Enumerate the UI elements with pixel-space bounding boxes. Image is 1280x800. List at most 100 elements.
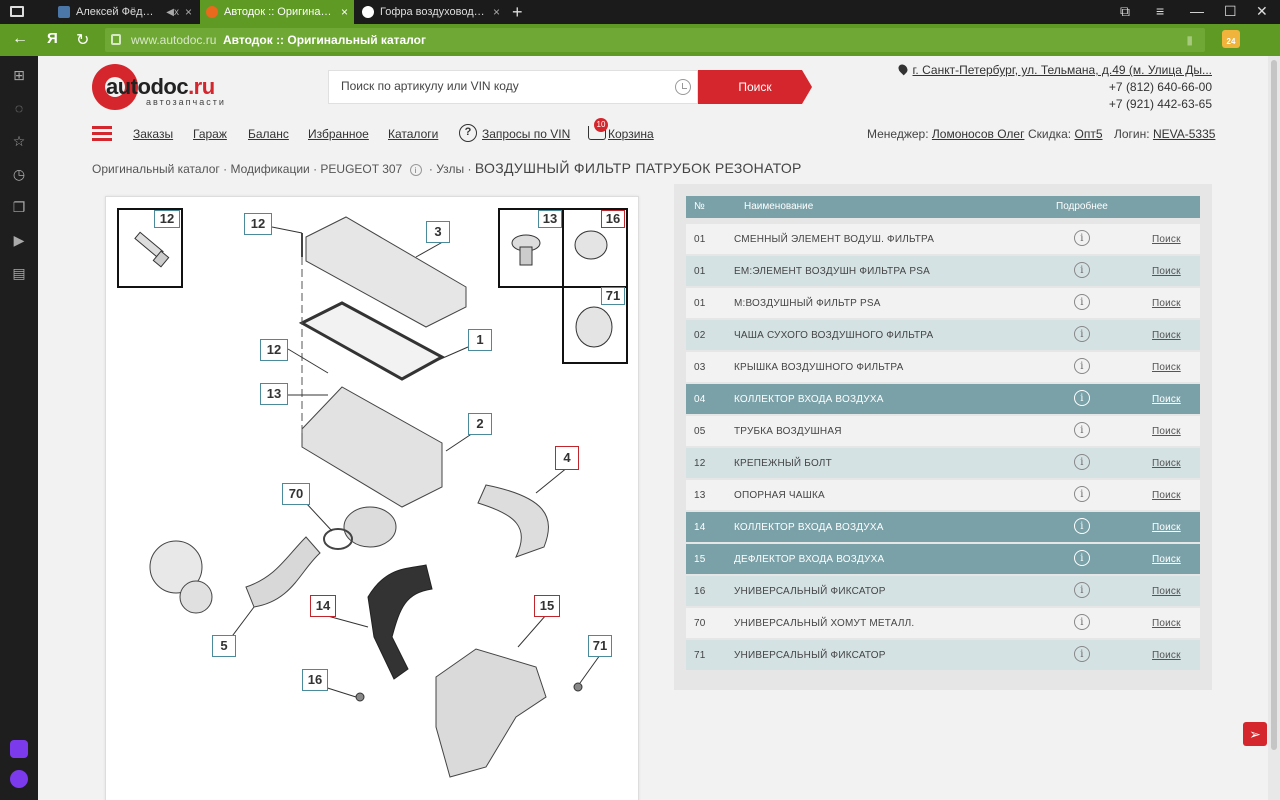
history-icon[interactable] <box>675 79 691 95</box>
callout-inset-71[interactable]: 71 <box>601 287 625 305</box>
phone-2[interactable]: +7 (921) 442-63-65 <box>899 96 1212 113</box>
part-name[interactable]: ДЕФЛЕКТОР ВХОДА ВОЗДУХА <box>734 554 884 565</box>
table-row[interactable]: 03 КРЫШКА ВОЗДУШНОГО ФИЛЬТРА i Поиск <box>686 352 1200 382</box>
part-name[interactable]: КРЕПЕЖНЫЙ БОЛТ <box>734 458 832 469</box>
nav-cart[interactable]: Корзина <box>608 127 654 141</box>
close-tab-icon[interactable]: × <box>185 5 192 19</box>
reload-icon[interactable]: ↻ <box>76 30 89 50</box>
vin-question-icon[interactable]: ? <box>459 124 477 142</box>
part-name[interactable]: ОПОРНАЯ ЧАШКА <box>734 490 825 501</box>
callout-70[interactable]: 70 <box>282 483 310 505</box>
feedback-send-icon[interactable]: ➢ <box>1243 722 1267 746</box>
part-name[interactable]: УНИВЕРСАЛЬНЫЙ ФИКСАТОР <box>734 650 886 661</box>
callout-71[interactable]: 71 <box>588 635 612 657</box>
search-link[interactable]: Поиск <box>1152 362 1181 373</box>
bookmark-icon[interactable]: ▮ <box>1186 33 1193 47</box>
search-link[interactable]: Поиск <box>1152 330 1181 341</box>
hamburger-menu-icon[interactable] <box>92 126 112 142</box>
tab-google[interactable]: Гофра воздуховода для Р × <box>356 0 506 24</box>
search-link[interactable]: Поиск <box>1152 234 1181 245</box>
table-row[interactable]: 13 ОПОРНАЯ ЧАШКА i Поиск <box>686 480 1200 510</box>
discount-link[interactable]: Опт5 <box>1075 127 1103 141</box>
phone-1[interactable]: +7 (812) 640-66-00 <box>899 79 1212 96</box>
extension-24-icon[interactable]: 24 <box>1222 30 1240 48</box>
minimize-icon[interactable]: — <box>1190 3 1204 19</box>
table-row[interactable]: 14 КОЛЛЕКТОР ВХОДА ВОЗДУХА i Поиск <box>686 512 1200 542</box>
search-input[interactable] <box>341 79 661 93</box>
callout-5[interactable]: 5 <box>212 635 236 657</box>
search-link[interactable]: Поиск <box>1152 458 1181 469</box>
grid-icon[interactable]: ⊞ <box>10 66 28 84</box>
page-scrollbar[interactable] <box>1268 56 1280 800</box>
part-name[interactable]: ТРУБКА ВОЗДУШНАЯ <box>734 426 842 437</box>
info-icon[interactable]: i <box>1074 326 1090 342</box>
search-link[interactable]: Поиск <box>1152 618 1181 629</box>
nav-balance[interactable]: Баланс <box>248 127 289 141</box>
tabs-icon[interactable]: ⧉ <box>1120 3 1130 20</box>
search-link[interactable]: Поиск <box>1152 522 1181 533</box>
info-icon[interactable]: i <box>1074 582 1090 598</box>
table-row[interactable]: 01 ЕМ:ЭЛЕМЕНТ ВОЗДУШН ФИЛЬТРА PSA i Поиск <box>686 256 1200 286</box>
info-icon[interactable]: i <box>1074 614 1090 630</box>
info-icon[interactable]: i <box>1074 230 1090 246</box>
deflector-15[interactable] <box>435 648 547 778</box>
alice-app-icon[interactable] <box>10 740 28 758</box>
nav-garage[interactable]: Гараж <box>193 127 227 141</box>
callout-2[interactable]: 2 <box>468 413 492 435</box>
part-name[interactable]: УНИВЕРСАЛЬНЫЙ ХОМУТ МЕТАЛЛ. <box>734 618 914 629</box>
back-icon[interactable]: ← <box>12 30 28 48</box>
table-row[interactable]: 70 УНИВЕРСАЛЬНЫЙ ХОМУТ МЕТАЛЛ. i Поиск <box>686 608 1200 638</box>
table-row[interactable]: 02 ЧАША СУХОГО ВОЗДУШНОГО ФИЛЬТРА i Поиск <box>686 320 1200 350</box>
callout-14[interactable]: 14 <box>310 595 336 617</box>
nav-favorites[interactable]: Избранное <box>308 127 369 141</box>
table-row[interactable]: 12 КРЕПЕЖНЫЙ БОЛТ i Поиск <box>686 448 1200 478</box>
info-icon[interactable]: i <box>1074 486 1090 502</box>
part-name[interactable]: КРЫШКА ВОЗДУШНОГО ФИЛЬТРА <box>734 362 903 373</box>
search-link[interactable]: Поиск <box>1152 490 1181 501</box>
part-name[interactable]: ЧАША СУХОГО ВОЗДУШНОГО ФИЛЬТРА <box>734 330 933 341</box>
info-icon[interactable]: i <box>409 164 422 176</box>
part-name[interactable]: М:ВОЗДУШНЫЙ ФИЛЬТР PSA <box>734 298 881 309</box>
search-link[interactable]: Поиск <box>1152 554 1181 565</box>
file-icon[interactable]: ▤ <box>10 264 28 282</box>
filter-housing[interactable] <box>301 386 443 508</box>
table-row[interactable]: 16 УНИВЕРСАЛЬНЫЙ ФИКСАТОР i Поиск <box>686 576 1200 606</box>
menu-icon[interactable]: ≡ <box>1156 3 1164 19</box>
part-name[interactable]: СМЕННЫЙ ЭЛЕМЕНТ ВОДУШ. ФИЛЬТРА <box>734 234 934 245</box>
callout-13[interactable]: 13 <box>260 383 288 405</box>
callout-12[interactable]: 12 <box>244 213 272 235</box>
search-button[interactable]: Поиск <box>698 70 812 104</box>
search-link[interactable]: Поиск <box>1152 426 1181 437</box>
clock-icon[interactable]: ◷ <box>10 165 28 183</box>
callout-12b[interactable]: 12 <box>260 339 288 361</box>
manager-link[interactable]: Ломоносов Олег <box>932 127 1025 141</box>
bell-icon[interactable]: ◌ <box>10 99 28 117</box>
search-link[interactable]: Поиск <box>1152 394 1181 405</box>
callout-15[interactable]: 15 <box>534 595 560 617</box>
info-icon[interactable]: i <box>1074 454 1090 470</box>
table-row[interactable]: 05 ТРУБКА ВОЗДУШНАЯ i Поиск <box>686 416 1200 446</box>
callout-inset-12[interactable]: 12 <box>154 210 180 228</box>
callout-16[interactable]: 16 <box>302 669 328 691</box>
mute-icon[interactable]: ◀x <box>166 7 179 18</box>
part-name[interactable]: КОЛЛЕКТОР ВХОДА ВОЗДУХА <box>734 394 884 405</box>
tab-vk[interactable]: Алексей Фёдоров ◀x × <box>52 0 198 24</box>
play-icon[interactable]: ▶ <box>10 231 28 249</box>
scroll-thumb[interactable] <box>1271 60 1277 750</box>
nav-orders[interactable]: Заказы <box>133 127 173 141</box>
callout-4[interactable]: 4 <box>555 446 579 470</box>
search-link[interactable]: Поиск <box>1152 586 1181 597</box>
part-name[interactable]: УНИВЕРСАЛЬНЫЙ ФИКСАТОР <box>734 586 886 597</box>
breadcrumb-units[interactable]: · Узлы · <box>429 162 472 176</box>
info-icon[interactable]: i <box>1074 550 1090 566</box>
url-field[interactable]: www.autodoc.ru Автодок :: Оригинальный к… <box>105 28 1205 52</box>
close-window-icon[interactable]: ✕ <box>1256 3 1268 20</box>
table-row[interactable]: 15 ДЕФЛЕКТОР ВХОДА ВОЗДУХА i Поиск <box>686 544 1200 574</box>
table-row[interactable]: 04 КОЛЛЕКТОР ВХОДА ВОЗДУХА i Поиск <box>686 384 1200 414</box>
yandex-icon[interactable]: Я <box>47 30 58 47</box>
close-tab-icon[interactable]: × <box>493 5 500 19</box>
part-name[interactable]: КОЛЛЕКТОР ВХОДА ВОЗДУХА <box>734 522 884 533</box>
search-link[interactable]: Поиск <box>1152 650 1181 661</box>
login-link[interactable]: NEVA-5335 <box>1153 127 1215 141</box>
search-link[interactable]: Поиск <box>1152 298 1181 309</box>
